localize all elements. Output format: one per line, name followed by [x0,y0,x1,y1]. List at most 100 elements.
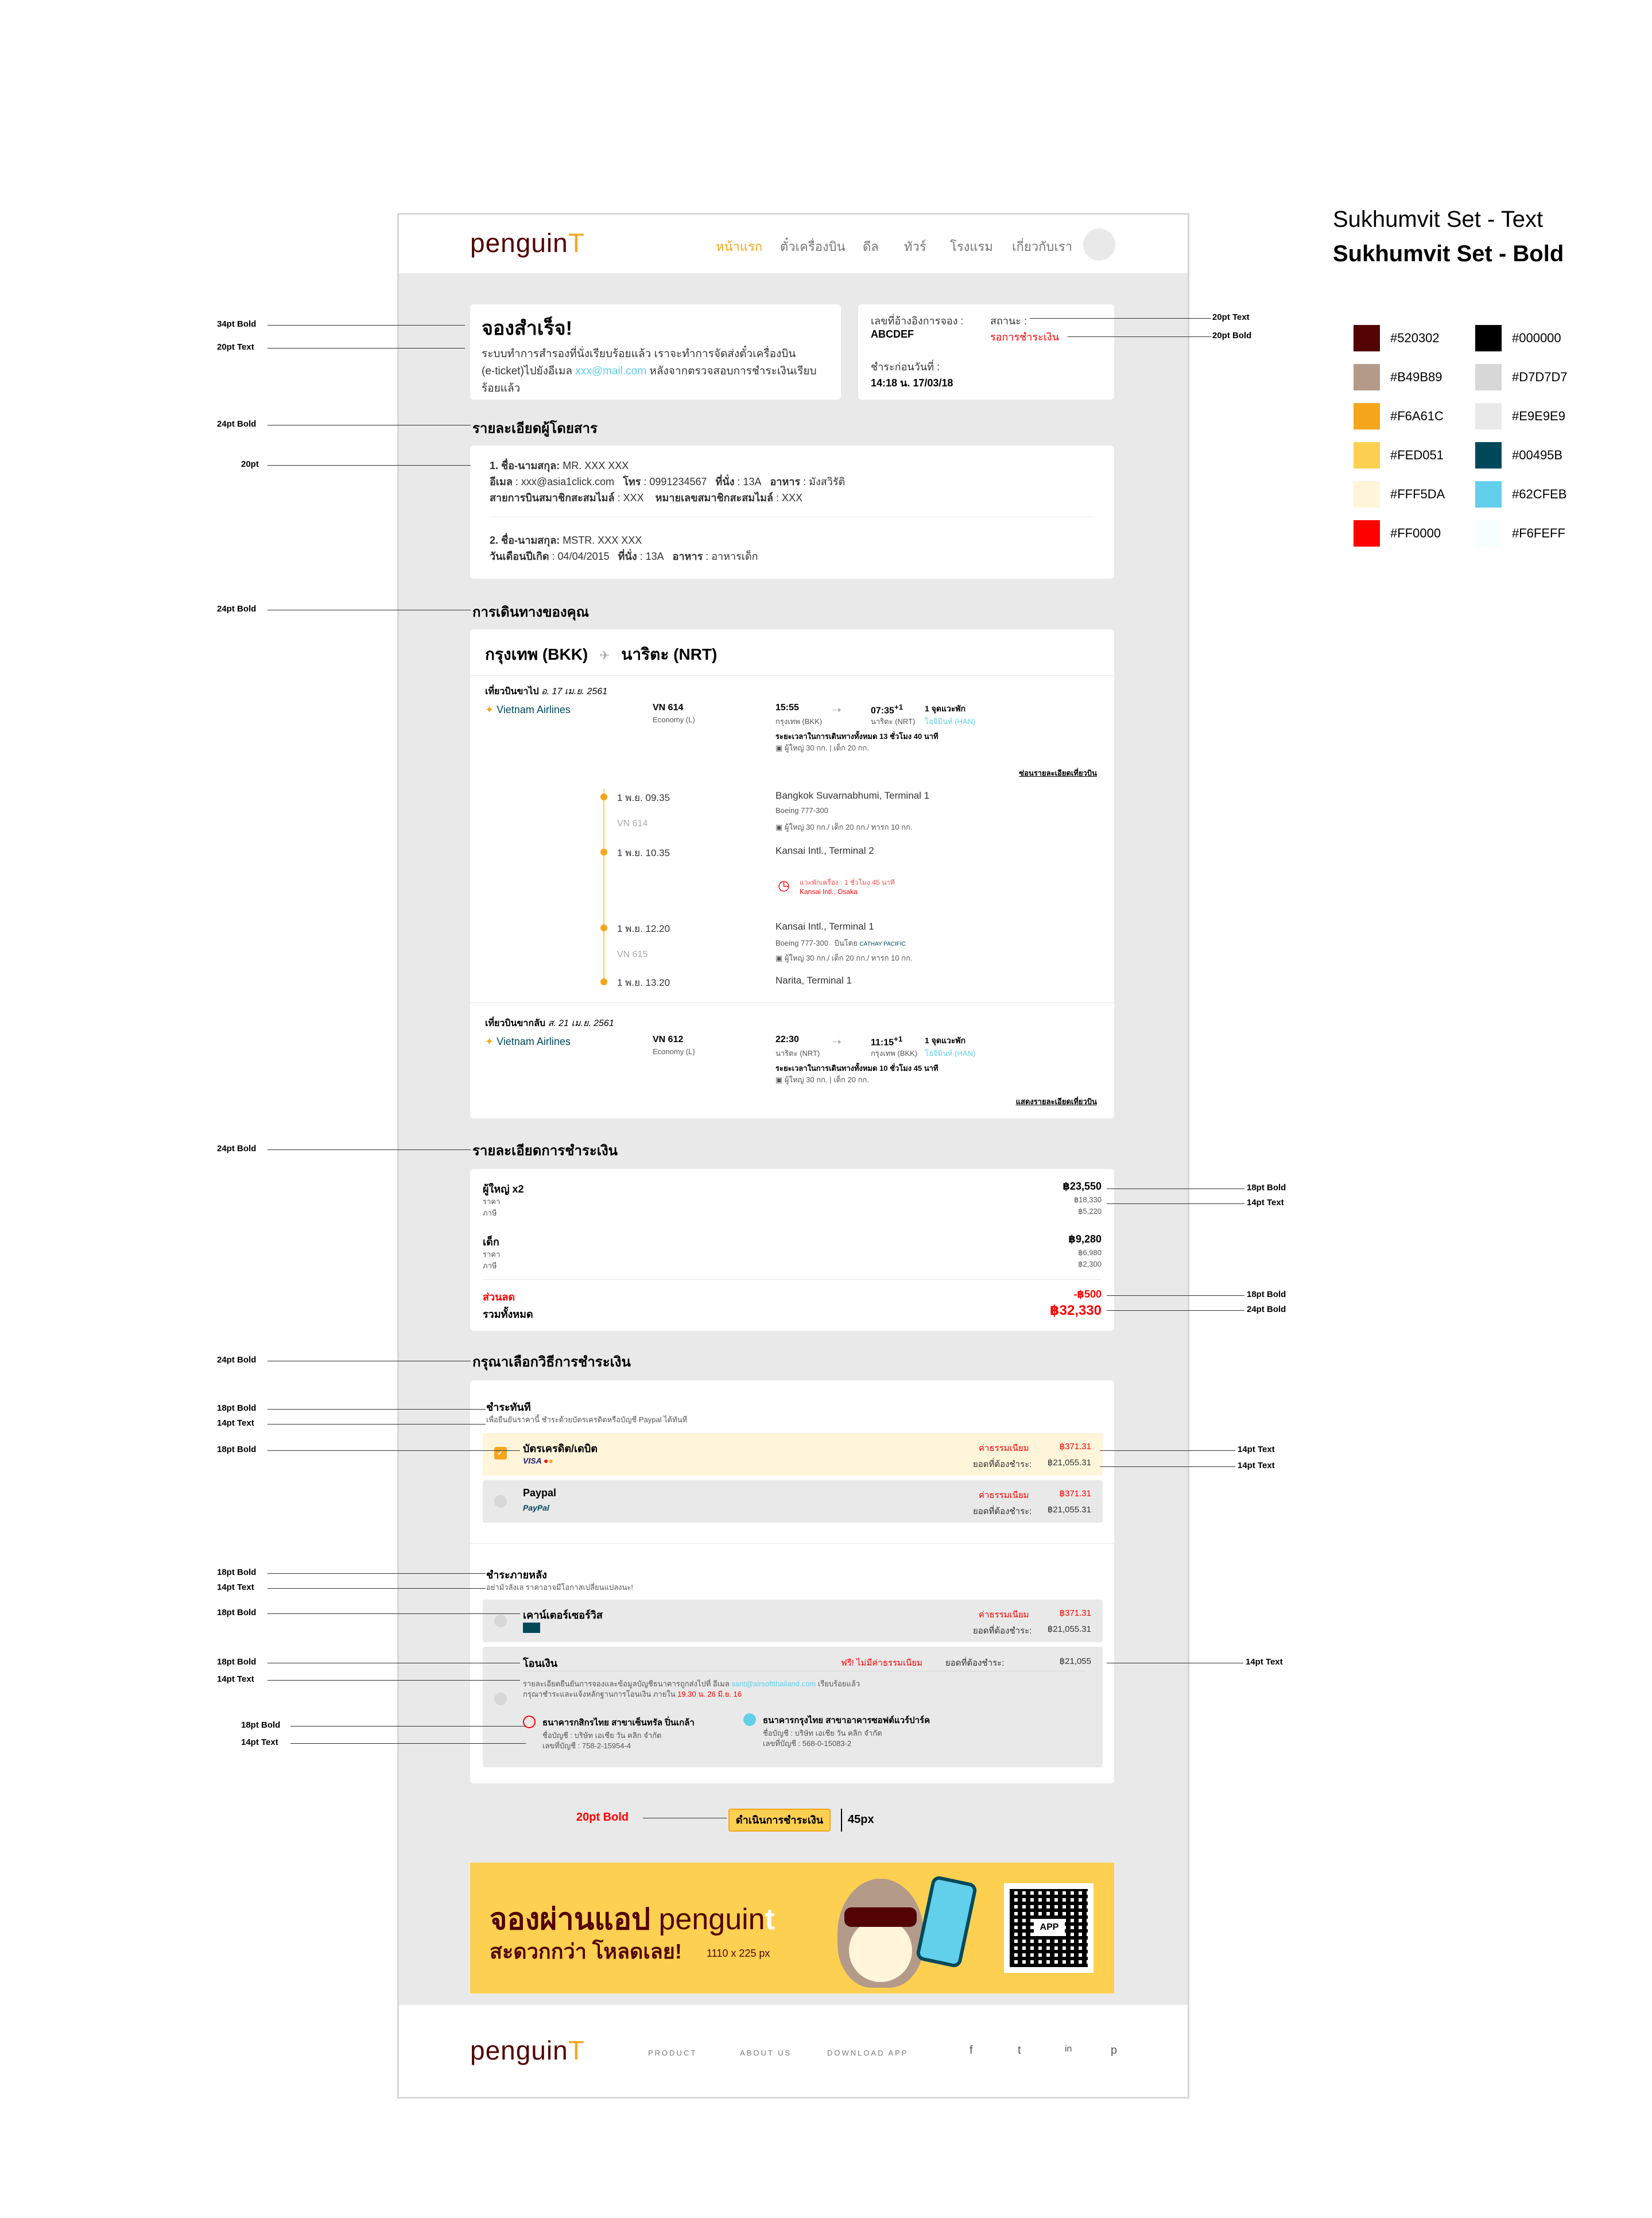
baggage-icon: ▣ [775,744,783,752]
credit-card-option[interactable]: ✓ บัตรเครดิต/เดบิต VISA ●● ค่าธรรมเนียม … [483,1433,1103,1476]
bank1-acc-no: เลขที่บัญชี : 758-2-15954-4 [542,1741,631,1750]
footer-link-download[interactable]: DOWNLOAD APP [827,2049,908,2057]
check-icon[interactable]: ✓ [494,1447,507,1460]
outbound-stops: 1 จุดแวะพัก [925,704,966,713]
krungthai-icon [743,1713,756,1726]
discount-value: -฿500 [1073,1288,1102,1300]
app-banner[interactable]: จองผ่านแอป penguint สะดวกกว่า โหลดเลย! 1… [470,1863,1114,1994]
transfer-due: ฿21,055 [1059,1656,1091,1666]
leg1-time: 1 พ.ย. 09.35 [617,792,670,803]
avatar[interactable] [1083,229,1115,261]
height-note: 45px [848,1813,874,1826]
inbound-label: เที่ยวบินขากลับ ส. 21 เม.ย. 2561 [485,1019,614,1028]
bank-transfer-option[interactable]: โอนเงิน ฟรี! ไม่มีค่าธรรมเนียม ยอดที่ต้อ… [483,1647,1103,1767]
hide-detail-link[interactable]: ซ่อนรายละเอียดเที่ยวบิน [1019,767,1097,779]
color-swatch [1354,364,1380,390]
footer-logo[interactable]: penguinT [470,2035,585,2066]
twitter-icon[interactable]: t [1018,2044,1021,2057]
paypal-option[interactable]: Paypal PayPal ค่าธรรมเนียม ฿371.31 ยอดที… [483,1480,1103,1523]
qr-code-icon[interactable]: APP [1004,1883,1093,1973]
radio-button[interactable] [494,1495,507,1508]
counter-service-option[interactable]: เคาน์เตอร์เซอร์วิส ค่าธรรมเนียม ฿371.31 … [483,1600,1103,1642]
success-card: จองสำเร็จ! ระบบทำการสำรองที่นั่งเรียบร้อ… [470,304,841,400]
trip-card: กรุงเทพ (BKK) ✈ นาริตะ (NRT) เที่ยวบินขา… [470,629,1114,1118]
color-swatch-label: #FED051 [1390,448,1444,462]
payment-card: ชำระทันที เพื่อยืนยันราคานี้ ชำระด้วยบัต… [470,1380,1114,1783]
leg2-aircraft: Boeing 777-300 บินโดย CATHAY PACIFIC [775,939,906,947]
pinterest-icon[interactable]: p [1111,2044,1117,2057]
phone-icon [915,1875,978,1969]
transfer-free: ฟรี! ไม่มีค่าธรรมเนียม [841,1658,923,1668]
inbound-dep-place: นาริตะ (NRT) [775,1049,820,1058]
passenger-card: 1. ชื่อ-นามสกุล: MR. XXX XXX อีเมล : xxx… [470,446,1114,579]
nav-hotels[interactable]: โรงแรม [950,237,993,257]
transfer-due-label: ยอดที่ต้องชำระ: [945,1658,1005,1668]
nav-flights[interactable]: ตั๋วเครื่องบิน [780,237,846,257]
inbound-stops: 1 จุดแวะพัก [925,1036,966,1045]
success-title: จองสำเร็จ! [482,318,572,339]
logo[interactable]: penguinT [470,227,585,258]
footer-link-product[interactable]: PRODUCT [648,2049,697,2057]
pay-now-desc: เพื่อยืนยันราคานี้ ชำระด้วยบัตรเครดิตหรื… [486,1415,688,1424]
layover-text: แวะพักเครื่อง : 1 ชั่วโมง 45 นาที [800,878,895,887]
color-swatch-label: #FFF5DA [1390,487,1445,501]
facebook-icon[interactable]: f [970,2044,973,2057]
inbound-stop-place: โฮจิมินห์ (HAN) [925,1049,976,1058]
ref-label: เลขที่อ้างอิงการจอง : [871,315,964,327]
show-detail-link[interactable]: แสดงรายละเอียดเที่ยวบิน [1016,1096,1097,1108]
color-swatch-label: #E9E9E9 [1512,409,1565,423]
footer-link-about[interactable]: ABOUT US [740,2049,792,2057]
ref-value: ABCDEF [871,328,914,340]
page-frame: penguinT หน้าแรก ตั๋วเครื่องบิน ดีล ทัวร… [397,213,1189,2099]
color-swatch-label: #000000 [1512,331,1561,345]
annotation: 18pt Bold [217,1567,257,1577]
pay-later-desc: อย่ามัวลังเล ราคาอาจมีโอกาสเปลี่ยนแปลงนะ… [486,1583,633,1592]
annotation: 20pt Bold [1212,331,1252,340]
annotation: 24pt Bold [217,604,257,614]
banner-size-note: 1110 x 225 px [707,1948,770,1959]
banner-line2: สะดวกกว่า โหลดเลย! [490,1940,682,1963]
linkedin-icon[interactable]: in [1065,2044,1072,2054]
color-swatch [1475,403,1502,429]
layover-place: Kansai Intl., Osaka [800,888,858,896]
pay-button[interactable]: ดำเนินการชำระเงิน [728,1809,831,1832]
pay-now-title: ชำระทันที [486,1402,531,1413]
credit-card-label: บัตรเครดิต/เดบิต [523,1443,598,1454]
child-label: เด็ก [483,1236,499,1248]
child-tax-label: ภาษี [483,1261,497,1270]
inbound-arr-time: 11:15+1 [871,1035,903,1048]
visa-icon: VISA ●● [523,1456,553,1465]
annotation: 24pt Bold [217,1355,257,1365]
inbound-cabin: Economy (L) [653,1047,695,1056]
success-email[interactable]: xxx@mail.com [575,365,646,377]
nav-home[interactable]: หน้าแรก [716,237,762,257]
child-fare-label: ราคา [483,1250,501,1259]
color-swatch [1475,520,1502,547]
arrow-icon: ➝ [832,704,841,717]
radio-button[interactable] [494,1615,507,1627]
status-badge: รอการชำระเงิน [990,331,1060,343]
airline-logo: ✦ Vietnam Airlines [485,1036,571,1047]
leg1-place: Bangkok Suvarnabhumi, Terminal 1 [775,790,930,801]
total-value: ฿32,330 [1049,1303,1102,1318]
nav-about[interactable]: เกี่ยวกับเรา [1012,237,1072,257]
leg1-baggage: ▣ ผู้ใหญ่ 30 กก./ เด็ก 20 กก./ ทารก 10 ก… [775,823,913,831]
leg2-time: 1 พ.ย. 12.20 [617,923,670,934]
color-swatch [1354,442,1380,469]
color-swatch-label: #520302 [1390,331,1440,345]
price-card: ผู้ใหญ่ x2 ฿23,550 ราคา ฿18,330 ภาษี ฿5,… [470,1169,1114,1331]
annotation: 34pt Bold [217,319,257,329]
radio-button[interactable] [494,1693,507,1705]
nav-deals[interactable]: ดีล [863,237,879,257]
footer: penguinT PRODUCT ABOUT US DOWNLOAD APP f… [399,2005,1188,2097]
status-label: สถานะ : [990,315,1027,327]
due-value: 14:18 น. 17/03/18 [871,377,953,389]
penguin-mascot-icon [837,1879,924,1988]
success-line2b: หลังจากตรวจสอบการชำระเงินเรียบ [646,365,817,377]
outbound-arr-place: นาริตะ (NRT) [871,717,916,726]
nav-tours[interactable]: ทัวร์ [904,237,926,257]
annotation: 14pt Text [1246,1657,1283,1667]
annotation: 24pt Bold [1247,1305,1286,1314]
paypal-fee-label: ค่าธรรมเนียม [979,1491,1029,1500]
pay-later-title: ชำระภายหลัง [486,1569,547,1581]
